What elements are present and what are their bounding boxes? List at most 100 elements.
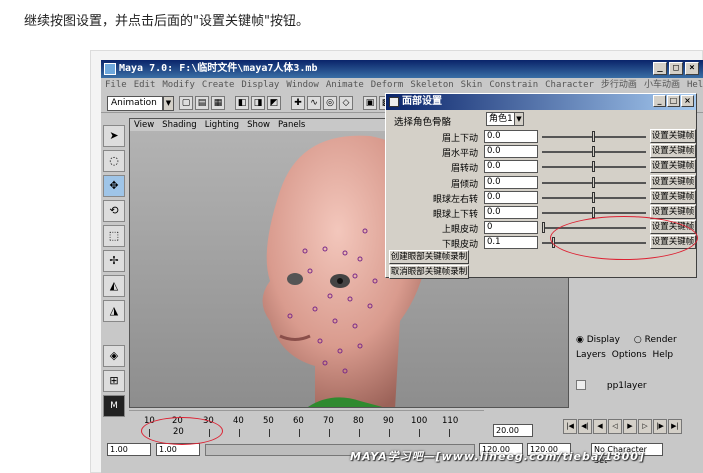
menu-animate[interactable]: Animate	[326, 78, 364, 92]
menu-help[interactable]: Help	[687, 78, 703, 92]
maximize-button[interactable]: □	[669, 62, 683, 75]
menu-deform[interactable]: Deform	[371, 78, 404, 92]
play-backward-icon[interactable]: ◁	[608, 419, 622, 434]
step-forward-icon[interactable]: |▶	[653, 419, 667, 434]
set-key-button[interactable]: 设置关键帧	[650, 189, 696, 204]
skeleton-select[interactable]: 角色1 ▼	[486, 112, 524, 126]
param-slider[interactable]	[542, 146, 646, 158]
param-slider[interactable]	[542, 176, 646, 188]
menu-walk-anim[interactable]: 步行动画	[601, 78, 637, 92]
menu-display[interactable]: Display	[241, 78, 279, 92]
select-hierarchy-icon[interactable]: ◧	[235, 96, 249, 110]
rotate-tool-icon[interactable]: ⟲	[103, 200, 125, 222]
scale-tool-icon[interactable]: ⬚	[103, 225, 125, 247]
soft-mod-tool-icon[interactable]: ◭	[103, 275, 125, 297]
maya-logo-icon: M	[103, 395, 125, 417]
show-manip-icon[interactable]: ◮	[103, 300, 125, 322]
display-radio[interactable]: ◉ Display	[576, 335, 620, 345]
skeleton-select-value: 角色1	[489, 114, 513, 124]
set-key-button[interactable]: 设置关键帧	[650, 159, 696, 174]
step-back-icon[interactable]: ◀|	[578, 419, 592, 434]
go-to-start-icon[interactable]: |◀	[563, 419, 577, 434]
panel-menu-lighting[interactable]: Lighting	[205, 119, 239, 131]
snap-point-icon[interactable]: ◎	[323, 96, 337, 110]
param-slider[interactable]	[542, 191, 646, 203]
layers-menu-options[interactable]: Options	[612, 350, 647, 360]
start-time-field[interactable]: 1.00	[107, 443, 151, 456]
step-forward-key-icon[interactable]: ▷	[638, 419, 652, 434]
render-radio[interactable]: ○ Render	[634, 335, 677, 345]
menu-character[interactable]: Character	[545, 78, 594, 92]
go-to-end-icon[interactable]: ▶|	[668, 419, 682, 434]
menu-constrain[interactable]: Constrain	[489, 78, 538, 92]
render-icon[interactable]: ▣	[363, 96, 377, 110]
param-value-field[interactable]: 0.0	[484, 175, 538, 189]
single-perspective-layout-icon[interactable]: ◈	[103, 345, 125, 367]
timeline-tick-label: 60	[293, 416, 304, 426]
set-key-button[interactable]: 设置关键帧	[650, 129, 696, 143]
manipulator-tool-icon[interactable]: ✢	[103, 250, 125, 272]
param-value-field[interactable]: 0	[484, 221, 538, 235]
param-slider-thumb[interactable]	[592, 176, 595, 188]
param-slider[interactable]	[542, 131, 646, 142]
select-tool-icon[interactable]: ➤	[103, 125, 125, 147]
panel-menu-show[interactable]: Show	[247, 119, 270, 131]
layer-visibility-box[interactable]	[576, 380, 586, 390]
dialog-maximize-button[interactable]: □	[667, 95, 680, 107]
panel-menu-shading[interactable]: Shading	[162, 119, 197, 131]
param-slider-thumb[interactable]	[542, 222, 545, 234]
param-slider-thumb[interactable]	[592, 207, 595, 218]
param-value-field[interactable]: 0.1	[484, 236, 538, 250]
set-key-button[interactable]: 设置关键帧	[650, 174, 696, 189]
layer-row[interactable]: pp1layer	[576, 380, 696, 394]
new-scene-icon[interactable]: ▢	[179, 96, 193, 110]
param-slider[interactable]	[542, 161, 646, 173]
param-slider-thumb[interactable]	[592, 131, 595, 142]
dialog-minimize-button[interactable]: _	[653, 95, 666, 107]
menu-skeleton[interactable]: Skeleton	[410, 78, 453, 92]
panel-menu-panels[interactable]: Panels	[278, 119, 305, 131]
move-tool-icon[interactable]: ✥	[103, 175, 125, 197]
mode-select[interactable]: Animation ▼	[107, 96, 174, 111]
menu-edit[interactable]: Edit	[134, 78, 156, 92]
tutorial-caption: 继续按图设置，并点击后面的"设置关键帧"按钮。	[24, 14, 309, 29]
dialog-close-button[interactable]: ×	[681, 95, 694, 107]
snap-plane-icon[interactable]: ◇	[339, 96, 353, 110]
close-button[interactable]: ×	[685, 62, 699, 75]
select-component-icon[interactable]: ◩	[267, 96, 281, 110]
set-key-button[interactable]: 设置关键帧	[650, 205, 696, 219]
cancel-eye-record-button[interactable]: 取消眼部关键帧录制	[389, 265, 469, 279]
current-time-field[interactable]: 20.00	[493, 424, 533, 437]
menu-file[interactable]: File	[105, 78, 127, 92]
open-scene-icon[interactable]: ▤	[195, 96, 209, 110]
param-slider[interactable]	[542, 207, 646, 218]
param-value-field[interactable]: 0.0	[484, 145, 538, 159]
save-scene-icon[interactable]: ▦	[211, 96, 225, 110]
step-back-key-icon[interactable]: ◀	[593, 419, 607, 434]
param-value-field[interactable]: 0.0	[484, 130, 538, 143]
layers-menu-help[interactable]: Help	[653, 350, 674, 360]
select-object-icon[interactable]: ◨	[251, 96, 265, 110]
snap-grid-icon[interactable]: ✚	[291, 96, 305, 110]
param-value-field[interactable]: 0.0	[484, 160, 538, 174]
menu-modify[interactable]: Modify	[162, 78, 195, 92]
minimize-button[interactable]: _	[653, 62, 667, 75]
layer-name: pp1layer	[606, 380, 647, 391]
set-key-button[interactable]: 设置关键帧	[650, 144, 696, 159]
play-forward-icon[interactable]: ▶	[623, 419, 637, 434]
create-eye-record-button[interactable]: 创建眼部关键帧录制	[389, 250, 469, 264]
panel-menu-view[interactable]: View	[134, 119, 154, 131]
four-view-layout-icon[interactable]: ⊞	[103, 370, 125, 392]
param-value-field[interactable]: 0.0	[484, 190, 538, 204]
param-slider-thumb[interactable]	[592, 191, 595, 203]
menu-car-anim[interactable]: 小车动画	[644, 78, 680, 92]
lasso-tool-icon[interactable]: ◌	[103, 150, 125, 172]
menu-create[interactable]: Create	[202, 78, 235, 92]
snap-curve-icon[interactable]: ∿	[307, 96, 321, 110]
param-value-field[interactable]: 0.0	[484, 206, 538, 219]
param-slider-thumb[interactable]	[592, 146, 595, 158]
menu-skin[interactable]: Skin	[461, 78, 483, 92]
menu-window[interactable]: Window	[286, 78, 319, 92]
param-slider-thumb[interactable]	[592, 161, 595, 173]
layers-menu-layers[interactable]: Layers	[576, 350, 606, 360]
